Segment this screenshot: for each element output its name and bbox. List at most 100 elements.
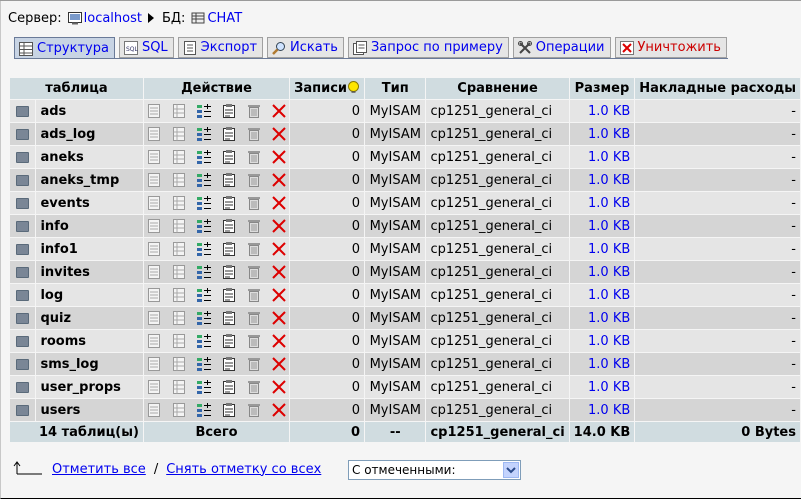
row-checkbox[interactable] [16,151,30,163]
browse-icon[interactable] [146,333,162,349]
properties-icon[interactable] [221,333,237,349]
drop-icon[interactable] [271,333,287,349]
structure-icon[interactable] [171,149,187,165]
row-checkbox[interactable] [16,105,30,117]
properties-icon[interactable] [221,218,237,234]
tab-drop[interactable]: Уничтожить [614,37,727,58]
browse-icon[interactable] [146,241,162,257]
empty-icon[interactable] [246,149,262,165]
structure-icon[interactable] [171,241,187,257]
tab-search[interactable]: Искать [267,37,344,58]
drop-icon[interactable] [271,195,287,211]
properties-icon[interactable] [221,356,237,372]
properties-icon[interactable] [221,402,237,418]
empty-icon[interactable] [246,287,262,303]
table-name[interactable]: aneks_tmp [36,169,143,191]
size-link[interactable]: 1.0 KB [588,334,630,349]
structure-icon[interactable] [171,172,187,188]
properties-icon[interactable] [221,287,237,303]
insert-icon[interactable] [196,103,212,119]
drop-icon[interactable] [271,103,287,119]
properties-icon[interactable] [221,264,237,280]
browse-icon[interactable] [146,310,162,326]
browse-icon[interactable] [146,172,162,188]
empty-icon[interactable] [246,218,262,234]
browse-icon[interactable] [146,218,162,234]
drop-icon[interactable] [271,287,287,303]
size-link[interactable]: 1.0 KB [588,219,630,234]
structure-icon[interactable] [171,287,187,303]
structure-icon[interactable] [171,264,187,280]
tab-sql[interactable]: SQL SQL [118,37,174,58]
insert-icon[interactable] [196,195,212,211]
properties-icon[interactable] [221,126,237,142]
drop-icon[interactable] [271,241,287,257]
size-link[interactable]: 1.0 KB [588,288,630,303]
row-checkbox[interactable] [16,335,30,347]
drop-icon[interactable] [271,402,287,418]
empty-icon[interactable] [246,195,262,211]
empty-icon[interactable] [246,379,262,395]
insert-icon[interactable] [196,333,212,349]
row-checkbox[interactable] [16,220,30,232]
insert-icon[interactable] [196,310,212,326]
insert-icon[interactable] [196,264,212,280]
properties-icon[interactable] [221,172,237,188]
insert-icon[interactable] [196,126,212,142]
empty-icon[interactable] [246,402,262,418]
browse-icon[interactable] [146,379,162,395]
properties-icon[interactable] [221,103,237,119]
row-checkbox[interactable] [16,312,30,324]
drop-icon[interactable] [271,172,287,188]
row-checkbox[interactable] [16,174,30,186]
empty-icon[interactable] [246,241,262,257]
drop-icon[interactable] [271,356,287,372]
database-link[interactable]: CHAT [207,11,242,26]
size-link[interactable]: 1.0 KB [588,265,630,280]
empty-icon[interactable] [246,172,262,188]
insert-icon[interactable] [196,379,212,395]
uncheck-all-link[interactable]: Снять отметку со всех [166,462,321,477]
table-name[interactable]: ads [36,100,143,122]
structure-icon[interactable] [171,402,187,418]
table-name[interactable]: quiz [36,307,143,329]
chevron-down-icon[interactable] [503,462,519,478]
tab-operations[interactable]: Операции [512,37,611,58]
insert-icon[interactable] [196,402,212,418]
structure-icon[interactable] [171,333,187,349]
empty-icon[interactable] [246,356,262,372]
properties-icon[interactable] [221,241,237,257]
table-name[interactable]: info [36,215,143,237]
insert-icon[interactable] [196,287,212,303]
browse-icon[interactable] [146,195,162,211]
table-name[interactable]: ads_log [36,123,143,145]
row-checkbox[interactable] [16,197,30,209]
size-link[interactable]: 1.0 KB [588,380,630,395]
size-link[interactable]: 1.0 KB [588,104,630,119]
size-link[interactable]: 1.0 KB [588,196,630,211]
insert-icon[interactable] [196,218,212,234]
browse-icon[interactable] [146,149,162,165]
structure-icon[interactable] [171,126,187,142]
browse-icon[interactable] [146,402,162,418]
size-link[interactable]: 1.0 KB [588,173,630,188]
row-checkbox[interactable] [16,404,30,416]
hint-icon[interactable] [347,81,360,94]
structure-icon[interactable] [171,310,187,326]
properties-icon[interactable] [221,379,237,395]
drop-icon[interactable] [271,126,287,142]
browse-icon[interactable] [146,356,162,372]
empty-icon[interactable] [246,310,262,326]
row-checkbox[interactable] [16,243,30,255]
table-name[interactable]: aneks [36,146,143,168]
properties-icon[interactable] [221,310,237,326]
structure-icon[interactable] [171,103,187,119]
table-name[interactable]: rooms [36,330,143,352]
table-name[interactable]: users [36,399,143,421]
browse-icon[interactable] [146,287,162,303]
size-link[interactable]: 1.0 KB [588,127,630,142]
row-checkbox[interactable] [16,358,30,370]
empty-icon[interactable] [246,333,262,349]
row-checkbox[interactable] [16,266,30,278]
tab-export[interactable]: Экспорт [177,37,264,58]
